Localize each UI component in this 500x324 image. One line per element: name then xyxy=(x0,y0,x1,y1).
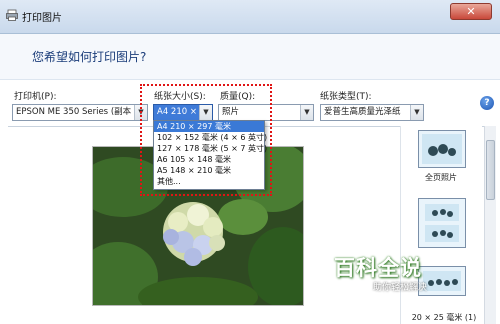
watermark-logo: 百科全说 xyxy=(334,256,422,280)
paper-type-label: 纸张类型(T): xyxy=(320,92,372,102)
help-icon[interactable]: ? xyxy=(480,96,494,110)
chevron-down-icon: ▼ xyxy=(410,105,423,120)
layout-scrollbar[interactable] xyxy=(484,126,496,324)
printer-select[interactable]: EPSON ME 350 Series (副本 1) ▼ xyxy=(12,104,148,121)
title-bar: 打印图片 ✕ xyxy=(0,0,500,34)
highlight-box xyxy=(140,84,272,196)
paper-type-select[interactable]: 爱普生高质量光泽纸 ▼ xyxy=(320,104,424,121)
page-title: 您希望如何打印图片? xyxy=(32,50,147,64)
flower-thumb-icon xyxy=(422,134,462,164)
layout-label: 20 × 25 毫米 (1) xyxy=(411,313,477,322)
printer-icon xyxy=(6,9,18,21)
chevron-down-icon: ▼ xyxy=(300,105,313,120)
printer-label: 打印机(P): xyxy=(14,92,57,102)
layout-thumb-full-page[interactable] xyxy=(418,130,466,168)
layout-thumb-multi[interactable] xyxy=(418,198,466,248)
layout-list: 全页照片 20 × 25 毫米 (1) xyxy=(400,126,482,324)
layout-label: 全页照片 xyxy=(425,173,457,182)
window-title: 打印图片 xyxy=(22,13,62,24)
flower-thumb-icon xyxy=(425,204,459,242)
scrollbar-thumb[interactable] xyxy=(486,140,495,200)
printer-select-value: EPSON ME 350 Series (副本 1) xyxy=(16,107,143,117)
close-button[interactable]: ✕ xyxy=(450,3,492,20)
paper-type-select-value: 爱普生高质量光泽纸 xyxy=(324,107,401,117)
watermark-tagline: 助你轻松解决 xyxy=(373,283,428,293)
dialog-header: 您希望如何打印图片? xyxy=(0,34,500,80)
